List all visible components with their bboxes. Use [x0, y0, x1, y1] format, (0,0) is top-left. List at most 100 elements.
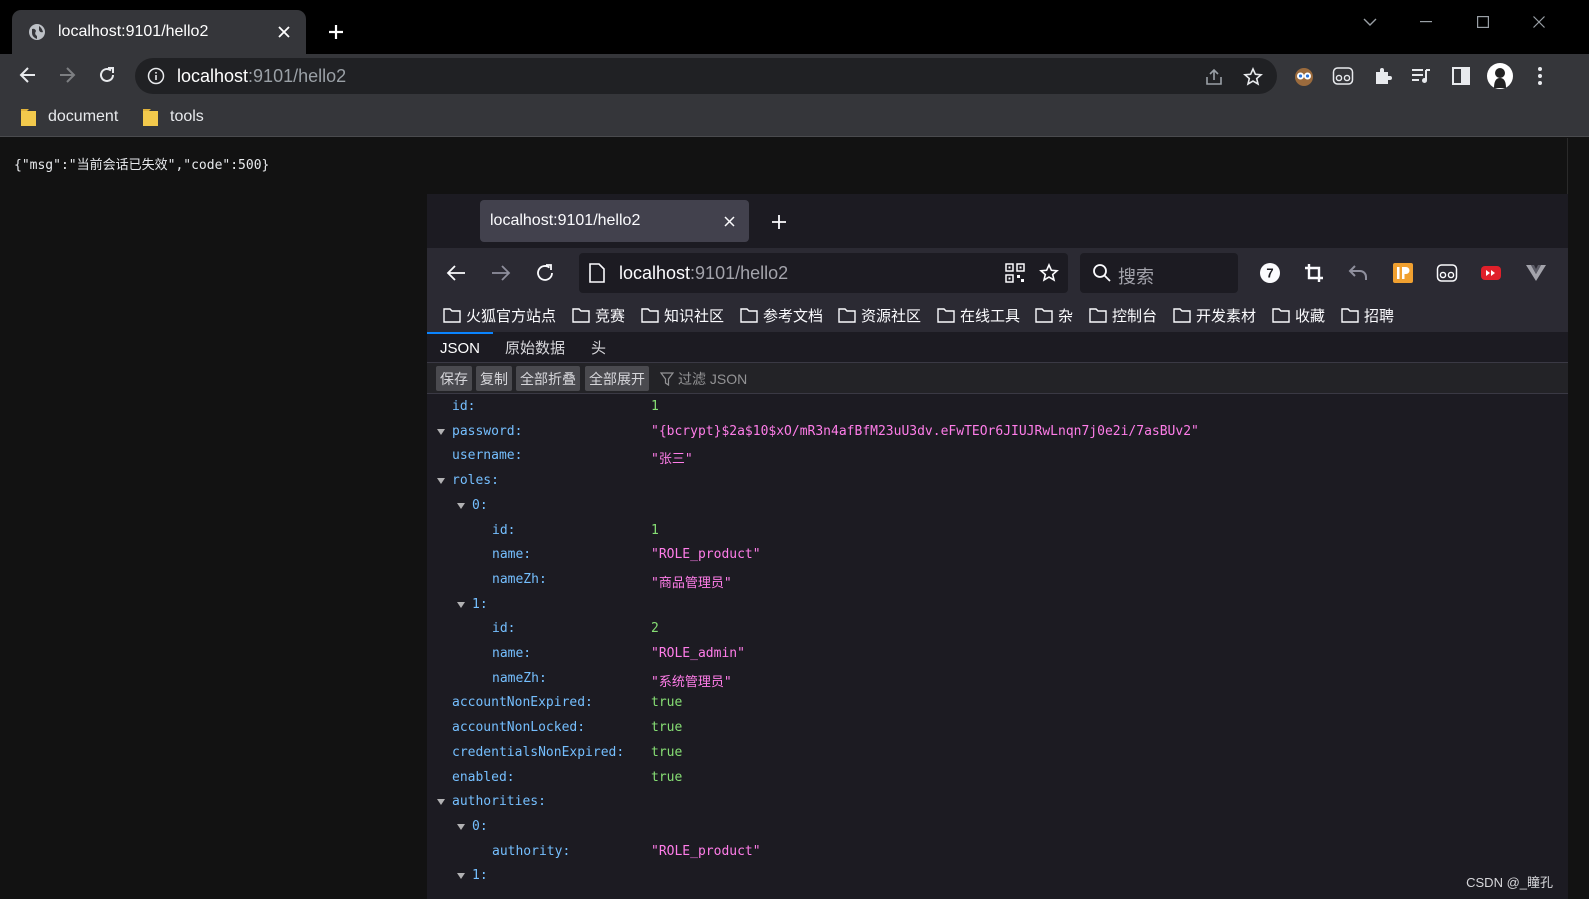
maximize-icon[interactable] [1460, 8, 1506, 36]
bookmark-folder-tools[interactable]: tools [143, 105, 204, 129]
address-bar[interactable]: localhost:9101/hello2 [579, 253, 1068, 293]
collapse-all-button[interactable]: 全部折叠 [516, 366, 580, 391]
new-tab-icon[interactable] [322, 18, 350, 46]
bookmark-folder[interactable]: 杂 [1035, 305, 1073, 325]
tab-json[interactable]: JSON [427, 332, 493, 363]
json-row[interactable]: 0: [427, 494, 1568, 518]
globe-icon [28, 23, 46, 41]
extension-glasses-icon[interactable] [1331, 64, 1355, 88]
search-box[interactable]: 搜索 [1080, 253, 1238, 293]
extension-owl-icon[interactable] [1292, 64, 1316, 88]
new-tab-icon[interactable] [766, 209, 792, 235]
filter-placeholder: 过滤 JSON [678, 371, 748, 387]
response-body: {"msg":"当前会话已失效","code":500} [14, 158, 270, 173]
json-key: nameZh: [492, 571, 547, 587]
extension-glasses-icon[interactable] [1435, 261, 1459, 285]
json-row: enabled: true [427, 766, 1568, 790]
bookmark-label: document [48, 108, 119, 125]
forward-icon[interactable] [487, 259, 515, 287]
json-row[interactable]: 1: [427, 864, 1568, 888]
close-window-icon[interactable] [1516, 8, 1562, 36]
tab-headers[interactable]: 头 [591, 332, 606, 363]
expand-toggle-icon[interactable] [436, 477, 446, 485]
json-key: 1: [472, 868, 488, 884]
address-text: localhost:9101/hello2 [619, 263, 788, 284]
back-icon[interactable] [13, 60, 43, 90]
video-extension-icon[interactable] [1479, 261, 1503, 285]
bookmark-folder[interactable]: 资源社区 [838, 305, 921, 325]
bookmark-folder[interactable]: 知识社区 [641, 305, 724, 325]
reload-icon[interactable] [531, 259, 559, 287]
extensions-puzzle-icon[interactable] [1371, 64, 1395, 88]
json-row[interactable]: authorities: [427, 790, 1568, 814]
json-key: password: [452, 423, 523, 439]
bookmark-folder[interactable]: 开发素材 [1173, 305, 1256, 325]
extension-badge-icon[interactable]: 7 [1258, 261, 1282, 285]
json-row: credentialsNonExpired: true [427, 741, 1568, 765]
bookmark-folder[interactable]: 竞赛 [572, 305, 625, 325]
bookmark-label: 参考文档 [763, 307, 824, 325]
json-row[interactable]: 1: [427, 593, 1568, 617]
menu-kebab-icon[interactable] [1528, 64, 1552, 88]
share-icon[interactable] [1203, 66, 1225, 88]
folder-icon [838, 308, 856, 323]
filter-icon [660, 372, 674, 386]
forward-icon[interactable] [52, 60, 82, 90]
expand-toggle-icon[interactable] [456, 823, 466, 831]
folder-icon [443, 308, 461, 323]
expand-toggle-icon[interactable] [456, 502, 466, 510]
tab-raw-data[interactable]: 原始数据 [505, 332, 565, 363]
expand-toggle-icon[interactable] [436, 798, 446, 806]
filter-json-input[interactable]: 过滤 JSON [660, 369, 747, 389]
json-value: "ROLE_product" [651, 547, 761, 563]
vue-devtools-icon[interactable] [1524, 261, 1548, 285]
undo-icon[interactable] [1346, 261, 1370, 285]
bookmark-folder-document[interactable]: document [21, 105, 118, 129]
bookmark-star-icon[interactable] [1242, 66, 1264, 88]
save-button[interactable]: 保存 [436, 366, 472, 391]
bookmark-label: 在线工具 [960, 307, 1021, 325]
bookmark-folder[interactable]: 控制台 [1089, 305, 1157, 325]
json-row[interactable]: 0: [427, 815, 1568, 839]
chrome-toolbar: localhost:9101/hello2 [0, 54, 1589, 97]
page-scrollbar[interactable] [1567, 138, 1589, 899]
close-tab-icon[interactable] [274, 22, 294, 42]
bookmark-folder[interactable]: 参考文档 [740, 305, 823, 325]
firefox-tab[interactable]: localhost:9101/hello2 [480, 200, 749, 242]
ip-extension-icon[interactable] [1391, 261, 1415, 285]
qr-code-icon[interactable] [1004, 262, 1026, 284]
copy-button[interactable]: 复制 [476, 366, 512, 391]
close-tab-icon[interactable] [719, 211, 739, 231]
crop-icon[interactable] [1302, 261, 1326, 285]
bookmark-folder[interactable]: 招聘 [1341, 305, 1394, 325]
tab-search-icon[interactable] [1347, 8, 1393, 36]
back-icon[interactable] [442, 259, 470, 287]
minimize-icon[interactable] [1403, 8, 1449, 36]
chrome-tab[interactable]: localhost:9101/hello2 [12, 10, 306, 54]
page-icon [589, 263, 607, 283]
json-key: authorities: [452, 794, 546, 810]
expand-toggle-icon[interactable] [436, 428, 446, 436]
avatar[interactable] [1486, 62, 1514, 90]
json-key: name: [492, 646, 532, 661]
json-row[interactable]: password: "{bcrypt}$2a$10$xO/mR3n4afBfM23… [427, 420, 1568, 444]
media-queue-icon[interactable] [1409, 64, 1433, 88]
side-panel-icon[interactable] [1449, 64, 1473, 88]
bookmark-label: 知识社区 [664, 307, 725, 325]
bookmark-label: 控制台 [1112, 307, 1158, 325]
json-row: accountNonExpired: true [427, 691, 1568, 715]
expand-toggle-icon[interactable] [456, 872, 466, 880]
search-placeholder: 搜索 [1118, 267, 1154, 287]
expand-all-button[interactable]: 全部展开 [585, 366, 649, 391]
bookmark-folder[interactable]: 在线工具 [937, 305, 1020, 325]
address-bar[interactable]: localhost:9101/hello2 [135, 58, 1277, 94]
json-row[interactable]: roles: [427, 469, 1568, 493]
bookmark-folder[interactable]: 收藏 [1272, 305, 1325, 325]
site-info-icon[interactable] [147, 67, 165, 85]
reload-icon[interactable] [92, 60, 122, 90]
bookmark-star-icon[interactable] [1038, 262, 1060, 284]
bookmark-folder[interactable]: 火狐官方站点 [443, 305, 556, 325]
bookmark-label: tools [170, 108, 204, 125]
expand-toggle-icon[interactable] [456, 601, 466, 609]
chrome-tab-title: localhost:9101/hello2 [58, 23, 209, 40]
